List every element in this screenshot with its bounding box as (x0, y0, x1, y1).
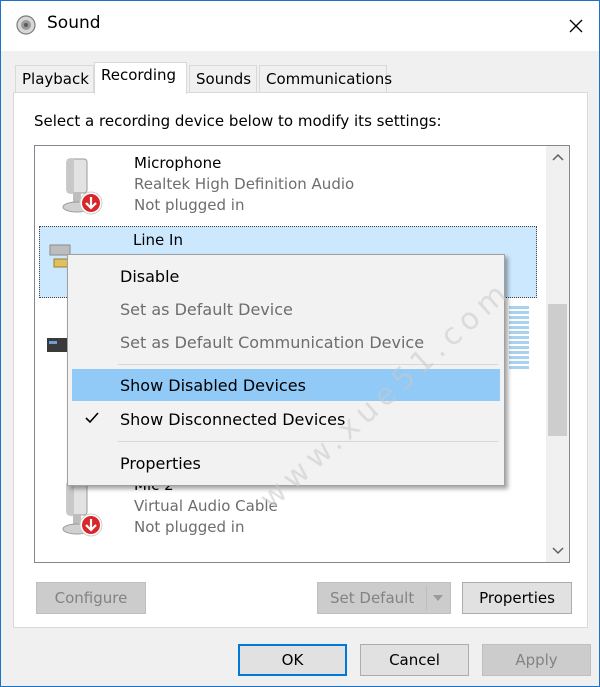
menu-item-label: Show Disconnected Devices (120, 409, 346, 429)
level-meter (509, 306, 529, 376)
cancel-button[interactable]: Cancel (360, 644, 469, 676)
configure-button[interactable]: Configure (36, 582, 146, 614)
speaker-icon (16, 15, 36, 35)
menu-separator (118, 364, 498, 365)
chevron-down-icon[interactable] (433, 595, 443, 601)
menu-item-show-disabled-devices[interactable]: Show Disabled Devices (72, 369, 500, 401)
menu-item-set-default-communication-device[interactable]: Set as Default Communication Device (72, 326, 500, 358)
device-driver: Virtual Audio Cable (134, 497, 278, 515)
scroll-down-button[interactable] (546, 540, 569, 562)
menu-item-disable[interactable]: Disable (72, 260, 500, 292)
menu-separator (118, 441, 498, 442)
tab-recording[interactable]: Recording (94, 62, 187, 94)
vertical-scrollbar[interactable] (546, 146, 569, 562)
device-name: Microphone (134, 154, 222, 172)
tab-communications[interactable]: Communications (259, 65, 392, 92)
menu-item-properties[interactable]: Properties (72, 447, 500, 479)
instruction-text: Select a recording device below to modif… (34, 112, 442, 130)
close-icon (569, 19, 583, 33)
menu-item-show-disconnected-devices[interactable]: Show Disconnected Devices (72, 403, 500, 435)
device-status: Not plugged in (134, 196, 245, 214)
close-button[interactable] (553, 1, 599, 51)
scroll-up-button[interactable] (546, 146, 569, 168)
sound-dialog: Sound Playback Recording Sounds Communic… (0, 0, 600, 687)
microphone-icon (62, 158, 103, 215)
tab-playback[interactable]: Playback (15, 65, 94, 92)
device-status: Not plugged in (134, 518, 245, 536)
menu-item-set-default-device[interactable]: Set as Default Device (72, 293, 500, 325)
window-title: Sound (47, 13, 101, 33)
chevron-up-icon (551, 153, 564, 161)
context-menu: Disable Set as Default Device Set as Def… (67, 254, 505, 486)
device-name: Line In (133, 231, 183, 249)
set-default-label: Set Default (330, 589, 415, 607)
tab-sounds[interactable]: Sounds (189, 65, 257, 92)
scroll-thumb[interactable] (548, 304, 567, 436)
checkmark-icon (85, 412, 99, 424)
device-item[interactable]: Microphone Realtek High Definition Audio… (35, 148, 545, 218)
apply-button[interactable]: Apply (482, 644, 591, 676)
set-default-split-button[interactable]: Set Default (317, 582, 451, 614)
properties-button[interactable]: Properties (462, 582, 572, 614)
chevron-down-icon (551, 547, 564, 555)
ok-button[interactable]: OK (238, 644, 347, 676)
device-driver: Realtek High Definition Audio (134, 175, 355, 193)
title-bar[interactable]: Sound (1, 1, 599, 51)
